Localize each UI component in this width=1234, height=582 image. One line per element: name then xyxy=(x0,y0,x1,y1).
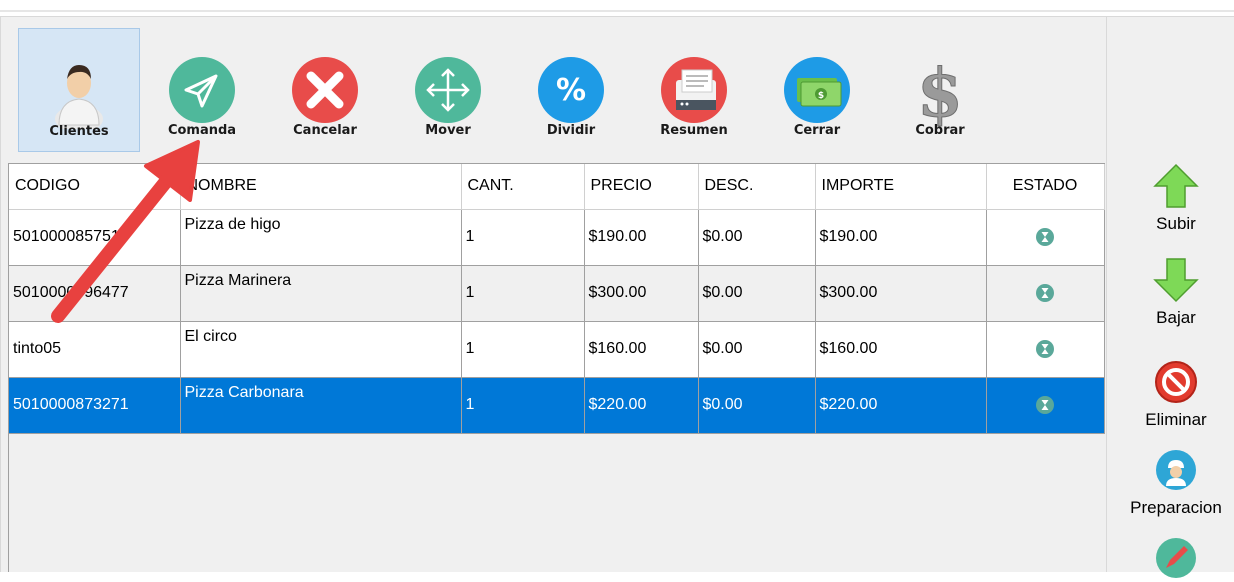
cell-nombre: Pizza Marinera xyxy=(180,265,462,322)
delete-icon xyxy=(1155,361,1197,403)
send-icon xyxy=(164,52,240,128)
svg-text:$: $ xyxy=(818,91,824,101)
order-table: CODIGO NOMBRE CANT. PRECIO DESC. IMPORTE… xyxy=(9,164,1105,434)
cell-estado xyxy=(986,265,1105,322)
cell-codigo: 5010000596477 xyxy=(9,265,181,322)
cell-codigo: 5010000857513 xyxy=(9,209,181,266)
cash-icon: $ xyxy=(779,52,855,128)
dividir-button[interactable]: % Dividir xyxy=(510,28,632,152)
cell-nombre: El circo xyxy=(180,321,462,378)
arrow-up-icon xyxy=(1153,163,1199,208)
cell-precio: $300.00 xyxy=(584,265,699,322)
clientes-label: Clientes xyxy=(49,124,109,139)
hourglass-icon xyxy=(1036,396,1054,414)
column-header-precio[interactable]: PRECIO xyxy=(584,164,699,210)
preparacion-button[interactable]: Preparacion xyxy=(1118,446,1234,518)
cerrar-label: Cerrar xyxy=(793,123,841,138)
comanda-button[interactable]: Comanda xyxy=(141,28,263,152)
cobrar-button[interactable]: $ Cobrar xyxy=(879,28,1001,152)
cell-importe: $220.00 xyxy=(815,377,987,434)
svg-text:%: % xyxy=(556,73,586,108)
cell-precio: $220.00 xyxy=(584,377,699,434)
cell-cant: 1 xyxy=(461,321,585,378)
preparacion-label: Preparacion xyxy=(1130,498,1222,517)
percent-icon: % xyxy=(533,52,609,128)
table-row[interactable]: 5010000596477 Pizza Marinera 1 $300.00 $… xyxy=(9,265,1105,322)
eliminar-button[interactable]: Eliminar xyxy=(1118,358,1234,430)
cobrar-label: Cobrar xyxy=(915,123,965,138)
subir-label: Subir xyxy=(1156,214,1196,233)
bajar-label: Bajar xyxy=(1156,308,1196,327)
cancelar-label: Cancelar xyxy=(293,123,357,138)
table-row[interactable]: tinto05 El circo 1 $160.00 $0.00 $160.00 xyxy=(9,321,1105,378)
cell-precio: $190.00 xyxy=(584,209,699,266)
hourglass-icon xyxy=(1036,228,1054,246)
column-header-estado[interactable]: ESTADO xyxy=(986,164,1105,210)
cell-cant: 1 xyxy=(461,377,585,434)
cell-desc: $0.00 xyxy=(698,377,816,434)
chef-icon xyxy=(1156,450,1196,490)
cell-importe: $160.00 xyxy=(815,321,987,378)
edit-button[interactable] xyxy=(1118,534,1234,582)
edit-icon xyxy=(1156,538,1196,578)
resumen-label: Resumen xyxy=(660,123,728,138)
column-header-cant[interactable]: CANT. xyxy=(461,164,585,210)
order-grid: CODIGO NOMBRE CANT. PRECIO DESC. IMPORTE… xyxy=(8,163,1105,572)
cell-desc: $0.00 xyxy=(698,209,816,266)
column-header-importe[interactable]: IMPORTE xyxy=(815,164,987,210)
svg-text:$: $ xyxy=(917,54,963,128)
clientes-button[interactable]: Clientes xyxy=(18,28,140,152)
cell-cant: 1 xyxy=(461,209,585,266)
table-header: CODIGO NOMBRE CANT. PRECIO DESC. IMPORTE… xyxy=(9,164,1105,210)
cerrar-button[interactable]: $ Cerrar xyxy=(756,28,878,152)
mover-label: Mover xyxy=(425,123,471,138)
mover-button[interactable]: Mover xyxy=(387,28,509,152)
column-header-nombre[interactable]: NOMBRE xyxy=(180,164,462,210)
resumen-button[interactable]: Resumen xyxy=(633,28,755,152)
column-header-desc[interactable]: DESC. xyxy=(698,164,816,210)
cell-desc: $0.00 xyxy=(698,321,816,378)
table-row-selected[interactable]: 5010000873271 Pizza Carbonara 1 $220.00 … xyxy=(9,377,1105,434)
cancelar-button[interactable]: Cancelar xyxy=(264,28,386,152)
cancel-icon xyxy=(287,52,363,128)
move-icon xyxy=(410,52,486,128)
comanda-label: Comanda xyxy=(167,123,237,138)
printer-icon xyxy=(656,52,732,128)
arrow-down-icon xyxy=(1153,258,1199,303)
subir-button[interactable]: Subir xyxy=(1118,162,1234,234)
table-row[interactable]: 5010000857513 Pizza de higo 1 $190.00 $0… xyxy=(9,209,1105,266)
column-header-codigo[interactable]: CODIGO xyxy=(9,164,181,210)
cell-importe: $300.00 xyxy=(815,265,987,322)
cell-codigo: tinto05 xyxy=(9,321,181,378)
cell-cant: 1 xyxy=(461,265,585,322)
cell-nombre: Pizza de higo xyxy=(180,209,462,266)
cell-nombre: Pizza Carbonara xyxy=(180,377,462,434)
hourglass-icon xyxy=(1036,284,1054,302)
cell-estado xyxy=(986,209,1105,266)
eliminar-label: Eliminar xyxy=(1145,410,1207,429)
hourglass-icon xyxy=(1036,340,1054,358)
dividir-label: Dividir xyxy=(546,123,596,138)
cell-estado xyxy=(986,377,1105,434)
customer-icon xyxy=(41,53,117,129)
cell-precio: $160.00 xyxy=(584,321,699,378)
bajar-button[interactable]: Bajar xyxy=(1118,256,1234,328)
cell-desc: $0.00 xyxy=(698,265,816,322)
dollar-icon: $ xyxy=(902,52,978,129)
top-divider xyxy=(0,10,1234,12)
cell-importe: $190.00 xyxy=(815,209,987,266)
cell-codigo: 5010000873271 xyxy=(9,377,181,434)
cell-estado xyxy=(986,321,1105,378)
